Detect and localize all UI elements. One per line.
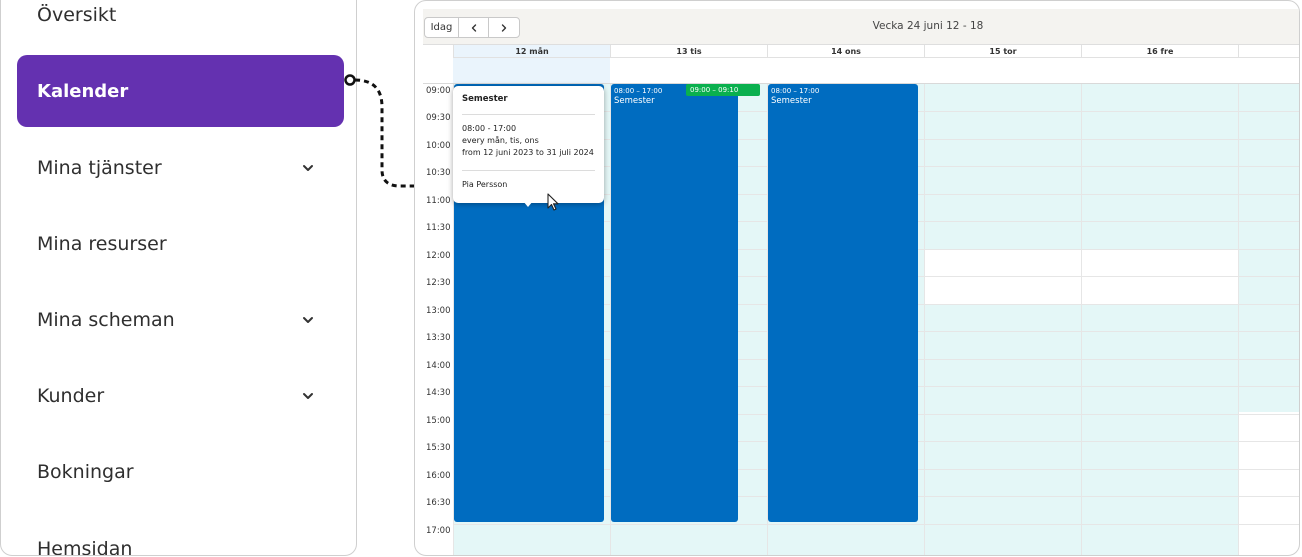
- time-label: 13:30: [426, 333, 451, 343]
- day-column-divider: [1238, 84, 1239, 555]
- sidebar-item-label: Bokningar: [37, 461, 134, 483]
- tooltip-person: Pia Persson: [462, 180, 508, 189]
- day-header-tue[interactable]: 13 tis: [610, 45, 767, 58]
- event-tooltip: Semester 08:00 - 17:00 every mån, tis, o…: [453, 86, 604, 203]
- sidebar-item-label: Kunder: [37, 385, 105, 407]
- sidebar-item-label: Mina tjänster: [37, 157, 162, 179]
- time-label: 11:30: [426, 223, 451, 233]
- chevron-down-icon: [303, 317, 313, 323]
- sidebar-item-oversikt[interactable]: Översikt: [37, 0, 317, 35]
- prev-week-button[interactable]: [459, 18, 489, 37]
- time-label: 11:00: [426, 196, 451, 206]
- event-semester-tue[interactable]: 08:00 – 17:00 Semester: [611, 84, 738, 522]
- sidebar-item-label: Mina resurser: [37, 233, 167, 255]
- event-short-tue[interactable]: 09:00 – 09:10: [686, 84, 760, 96]
- all-day-row[interactable]: [423, 58, 1299, 84]
- time-label: 16:30: [426, 498, 451, 508]
- sidebar-item-mina-tjanster[interactable]: Mina tjänster: [37, 148, 317, 188]
- availability-band: [924, 304, 1081, 555]
- chevron-left-icon: [471, 23, 476, 32]
- time-label: 14:00: [426, 361, 451, 371]
- tooltip-arrow: [523, 201, 533, 207]
- day-column-divider: [1081, 84, 1082, 555]
- time-label: 10:00: [426, 141, 451, 151]
- chevron-right-icon: [501, 23, 507, 32]
- next-week-button[interactable]: [489, 18, 519, 37]
- day-header-wed[interactable]: 14 ons: [767, 45, 924, 58]
- day-header-mon[interactable]: 12 mån: [453, 45, 610, 58]
- sidebar-item-mina-resurser[interactable]: Mina resurser: [37, 224, 317, 264]
- time-label: 10:30: [426, 168, 451, 178]
- day-header-thu[interactable]: 15 tor: [924, 45, 1081, 58]
- sidebar-item-mina-scheman[interactable]: Mina scheman: [37, 300, 317, 340]
- calendar-panel: Idag Vecka 24 juni 12 - 18 12 mån 13 tis…: [414, 0, 1300, 556]
- today-button[interactable]: Idag: [425, 18, 459, 37]
- time-label: 12:00: [426, 251, 451, 261]
- tooltip-details: 08:00 - 17:00 every mån, tis, ons from 1…: [462, 115, 595, 171]
- tooltip-range: from 12 juni 2023 to 31 juli 2024: [462, 148, 594, 157]
- time-label: 14:30: [426, 388, 451, 398]
- sidebar: Översikt Kalender Mina tjänster Mina res…: [0, 0, 357, 556]
- mouse-cursor-icon: [547, 193, 559, 211]
- sidebar-item-label: Hemsidan: [37, 538, 133, 556]
- availability-band: [1081, 304, 1238, 555]
- time-label: 15:30: [426, 443, 451, 453]
- sidebar-item-bokningar[interactable]: Bokningar: [37, 452, 317, 492]
- nav-button-group: Idag: [424, 17, 520, 38]
- chevron-down-icon: [303, 165, 313, 171]
- time-label: 12:30: [426, 278, 451, 288]
- chevron-down-icon: [303, 393, 313, 399]
- time-label: 16:00: [426, 471, 451, 481]
- week-title: Vecka 24 juni 12 - 18: [872, 20, 984, 32]
- day-column-divider: [924, 84, 925, 555]
- sidebar-item-label: Mina scheman: [37, 309, 175, 331]
- day-header-fri[interactable]: 16 fre: [1081, 45, 1238, 58]
- tooltip-recurrence: every mån, tis, ons: [462, 136, 539, 145]
- event-time: 08:00 – 17:00: [771, 87, 820, 95]
- time-label: 09:00: [426, 86, 451, 96]
- sidebar-item-label: Kalender: [37, 80, 129, 102]
- time-label: 17:00: [426, 526, 451, 536]
- availability-band: [1238, 84, 1299, 412]
- calendar-toolbar: Idag Vecka 24 juni 12 - 18: [423, 9, 1299, 45]
- time-label: 15:00: [426, 416, 451, 426]
- event-semester-wed[interactable]: 08:00 – 17:00 Semester: [768, 84, 918, 522]
- time-label: 09:30: [426, 113, 451, 123]
- event-title: Semester: [771, 96, 812, 106]
- sidebar-item-hemsidan[interactable]: Hemsidan: [37, 529, 317, 556]
- event-title: Semester: [614, 96, 655, 106]
- sidebar-item-label: Översikt: [37, 4, 117, 26]
- sidebar-item-kalender[interactable]: Kalender: [17, 55, 344, 127]
- grid-line: [453, 524, 1299, 525]
- tooltip-title: Semester: [462, 94, 595, 115]
- day-header-extra: [1238, 45, 1299, 58]
- tooltip-time: 08:00 - 17:00: [462, 124, 517, 133]
- time-label: 13:00: [426, 306, 451, 316]
- sidebar-item-kunder[interactable]: Kunder: [37, 376, 317, 416]
